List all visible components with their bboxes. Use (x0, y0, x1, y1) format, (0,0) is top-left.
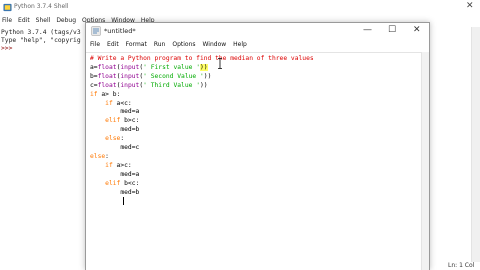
code-token: c= (90, 81, 98, 89)
code-token: ' First value ' (143, 63, 200, 71)
code-token: med=a (120, 108, 140, 116)
code-line[interactable]: med=b (90, 189, 139, 197)
code-token: if (105, 161, 113, 169)
code-token: : (120, 135, 125, 143)
editor-menu-help[interactable]: Help (233, 41, 247, 48)
editor-menu-format[interactable]: Format (126, 41, 147, 48)
code-line[interactable]: # Write a Python program to find the med… (90, 55, 314, 63)
code-line[interactable] (90, 197, 120, 205)
code-token: if (90, 90, 98, 98)
shell-output-line: Python 3.7.4 (tags/v3 (1, 29, 81, 36)
shell-prompt[interactable]: >>> (1, 45, 12, 52)
i-beam-cursor-icon (218, 58, 222, 69)
code-line[interactable]: med=a (90, 108, 139, 116)
shell-menu-file[interactable]: File (2, 17, 12, 24)
shell-status: Ln: 1 Col (448, 262, 475, 269)
code-token: med=a (120, 170, 140, 178)
code-token: ' Third Value ' (143, 81, 200, 89)
editor-menu-edit[interactable]: Edit (107, 41, 119, 48)
code-token: )) (200, 63, 208, 71)
code-line[interactable]: if a<c: (90, 100, 132, 108)
shell-output-line: Type "help", "copyrig (1, 37, 81, 44)
code-token: a>c: (112, 161, 132, 169)
shell-menu-edit[interactable]: Edit (18, 17, 30, 24)
shell-title: Python 3.7.4 Shell (14, 3, 69, 10)
code-token: med=c (120, 144, 140, 151)
text-caret (123, 197, 124, 206)
code-token: b<c: (120, 179, 140, 187)
editor-window: *untitled* — ☐ ✕ File Edit Format Run Option… (85, 22, 430, 270)
code-line[interactable]: med=a (90, 171, 139, 179)
code-token: float (97, 72, 117, 80)
minimize-icon[interactable]: — (363, 25, 372, 35)
code-token: else (105, 135, 121, 143)
editor-menu-file[interactable]: File (90, 41, 100, 48)
editor-menubar: File Edit Format Run Options Window Help (86, 39, 429, 51)
code-token: a> b: (97, 90, 121, 98)
editor-scrollbar[interactable] (421, 52, 429, 270)
code-editor[interactable]: # Write a Python program to find the med… (86, 52, 421, 270)
python-idle-icon (91, 26, 101, 36)
editor-title: *untitled* (104, 27, 136, 35)
code-token: # Write a Python program to find the med… (90, 55, 314, 62)
shell-titlebar: Python 3.7.4 Shell ✕ (0, 0, 480, 16)
code-line[interactable]: elif b<c: (90, 180, 139, 188)
code-token: float (97, 81, 117, 89)
code-token: ' Second Value ' (143, 72, 204, 80)
editor-menu-options[interactable]: Options (172, 41, 195, 48)
maximize-icon[interactable]: ☐ (388, 25, 396, 35)
code-line[interactable]: med=b (90, 126, 139, 134)
code-token: if (105, 99, 113, 107)
code-token: elif (105, 117, 121, 125)
code-token: a= (90, 63, 98, 71)
code-token: input (120, 81, 140, 89)
code-token: )) (200, 81, 208, 89)
code-token: b>c: (120, 117, 140, 125)
close-icon[interactable]: ✕ (413, 25, 421, 35)
code-token: input (120, 72, 140, 80)
code-token: med=b (120, 188, 140, 196)
code-token: input (120, 63, 140, 71)
shell-menu-debug[interactable]: Debug (56, 17, 76, 24)
code-line[interactable]: if a>c: (90, 162, 132, 170)
code-line[interactable]: a=float(input(' First value ')) (90, 63, 208, 72)
code-token: med=b (120, 126, 140, 134)
editor-menu-window[interactable]: Window (203, 41, 227, 48)
close-icon[interactable]: ✕ (466, 1, 474, 11)
python-idle-icon (3, 3, 12, 12)
code-token: : (105, 152, 109, 160)
code-line[interactable]: elif b>c: (90, 117, 139, 125)
code-token: a<c: (112, 99, 132, 107)
code-token: b= (90, 72, 98, 80)
code-token: float (97, 63, 117, 71)
code-line[interactable]: med=c (90, 144, 139, 152)
code-line[interactable]: b=float(input(' Second Value ')) (90, 73, 211, 81)
code-line[interactable]: else: (90, 135, 124, 143)
editor-menu-run[interactable]: Run (154, 41, 166, 48)
code-line[interactable]: else: (90, 153, 109, 161)
editor-titlebar[interactable]: *untitled* — ☐ ✕ (86, 23, 429, 39)
code-line[interactable]: if a> b: (90, 91, 120, 99)
code-token: )) (203, 72, 212, 80)
shell-menu-shell[interactable]: Shell (36, 17, 51, 24)
shell-scrollbar[interactable] (471, 27, 480, 262)
code-token: elif (105, 179, 121, 187)
code-token: else (90, 152, 106, 160)
code-line[interactable]: c=float(input(' Third Value ')) (90, 82, 208, 90)
